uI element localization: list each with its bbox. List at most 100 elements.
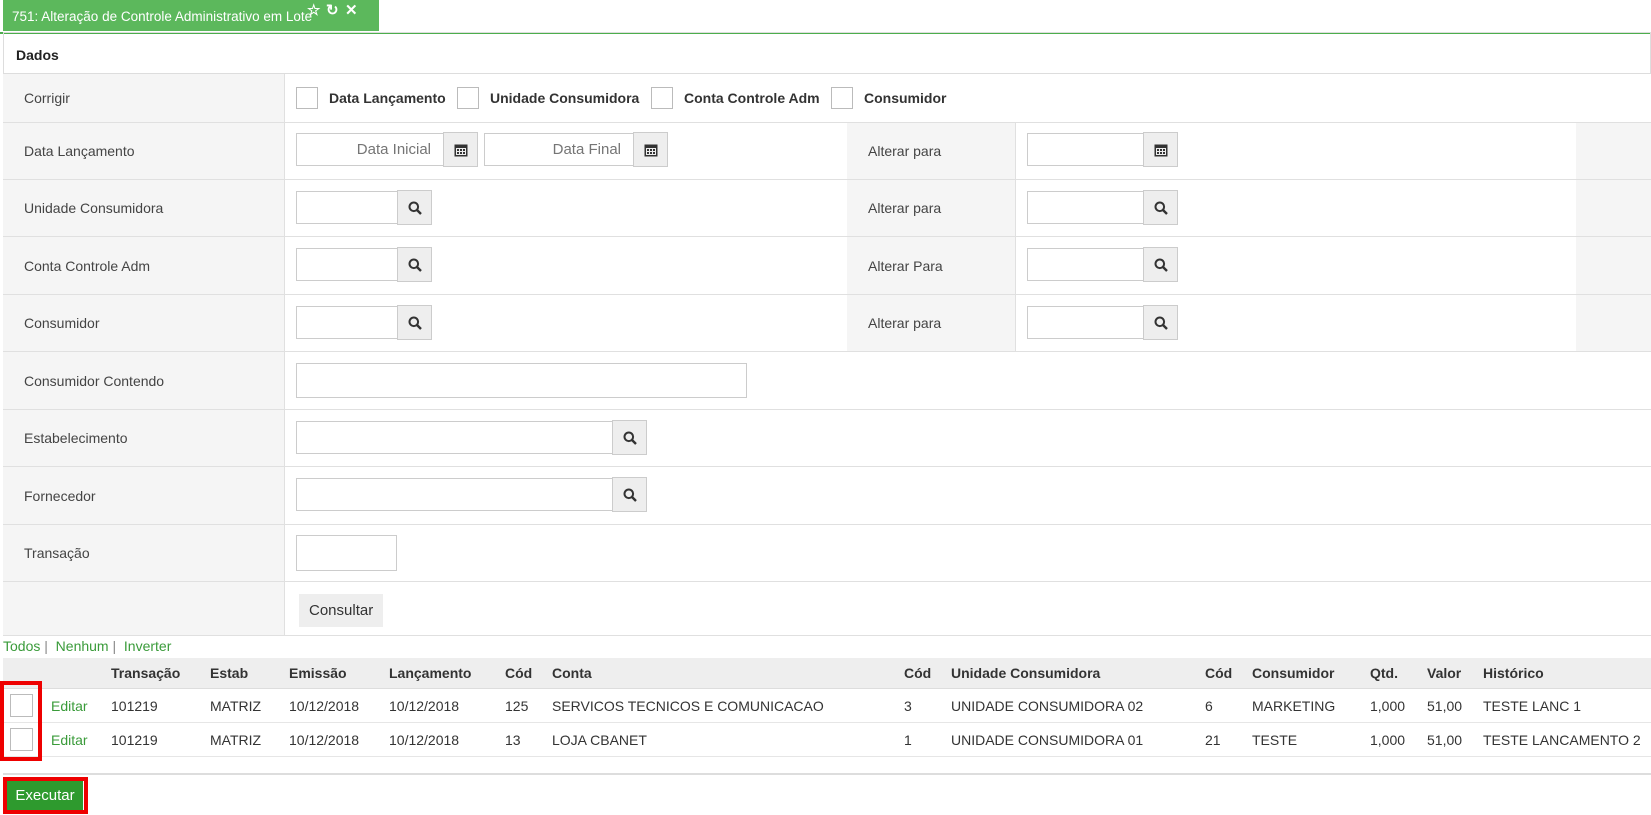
select-none-link[interactable]: Nenhum: [56, 638, 109, 654]
cell-cod-unidade: 3: [904, 697, 912, 714]
column-header: Valor: [1427, 665, 1462, 681]
refresh-icon[interactable]: ↻: [326, 1, 339, 19]
tab-title: 751: Alteração de Controle Administrativ…: [12, 9, 313, 24]
calendar-icon[interactable]: [443, 132, 478, 167]
alterar-conta-input[interactable]: [1027, 248, 1144, 281]
section-title: Dados: [3, 32, 1651, 74]
label-consumidor-contendo: Consumidor Contendo: [3, 352, 285, 409]
column-header: Cód: [1205, 665, 1233, 681]
search-icon[interactable]: [1143, 305, 1178, 340]
cell-cod-unidade: 1: [904, 731, 912, 748]
edit-link[interactable]: Editar: [51, 732, 88, 748]
cell-cod-conta: 125: [505, 697, 529, 714]
cell-conta: SERVICOS TECNICOS E COMUNICACAO: [552, 697, 824, 714]
checkbox-label: Unidade Consumidora: [490, 90, 640, 106]
search-icon[interactable]: [612, 420, 647, 455]
label-unidade-consumidora: Unidade Consumidora: [3, 180, 285, 236]
calendar-icon[interactable]: [1143, 132, 1178, 167]
data-inicial-input[interactable]: [296, 133, 444, 166]
column-header: Histórico: [1483, 665, 1544, 681]
search-icon[interactable]: [397, 305, 432, 340]
checkbox-unidade-consumidora[interactable]: [457, 87, 479, 109]
separator: |: [44, 638, 48, 654]
checkbox-data-lancamento[interactable]: [296, 87, 318, 109]
checkbox-consumidor[interactable]: [831, 87, 853, 109]
search-icon[interactable]: [397, 247, 432, 282]
select-all-link[interactable]: Todos: [3, 638, 40, 654]
label-alterar-para: Alterar para: [847, 295, 1016, 351]
cell-unidade: UNIDADE CONSUMIDORA 02: [951, 697, 1144, 714]
cell-conta: LOJA CBANET: [552, 731, 647, 748]
edit-link[interactable]: Editar: [51, 698, 88, 714]
column-header: Conta: [552, 665, 592, 681]
cell-lancamento: 10/12/2018: [389, 731, 460, 748]
column-header: Estab: [210, 665, 249, 681]
cell-cod-consumidor: 6: [1205, 697, 1213, 714]
separator: |: [112, 638, 117, 654]
checkbox-highlight: [0, 681, 42, 761]
consumidor-contendo-input[interactable]: [296, 363, 747, 398]
label-alterar-para: Alterar para: [847, 180, 1016, 236]
conta-controle-input[interactable]: [296, 248, 398, 281]
alterar-unidade-input[interactable]: [1027, 191, 1144, 224]
column-header: Transação: [111, 665, 181, 681]
estabelecimento-input[interactable]: [296, 421, 613, 454]
close-icon[interactable]: ✕: [345, 1, 358, 19]
cell-estab: MATRIZ: [210, 731, 262, 748]
column-header: Qtd.: [1370, 665, 1398, 681]
label-fornecedor: Fornecedor: [3, 467, 285, 524]
cell-qtd: 1,000: [1370, 731, 1406, 748]
search-icon[interactable]: [612, 477, 647, 512]
column-header: Cód: [505, 665, 533, 681]
table-row: Editar 101219 MATRIZ 10/12/2018 10/12/20…: [3, 723, 1651, 757]
transacao-input[interactable]: [296, 535, 397, 571]
cell-transacao: 101219: [111, 697, 158, 714]
cell-estab: MATRIZ: [210, 697, 262, 714]
label-alterar-para: Alterar para: [847, 123, 1016, 179]
cell-lancamento: 10/12/2018: [389, 697, 460, 714]
selection-links: Todos | Nenhum | Inverter: [3, 638, 171, 654]
calendar-icon[interactable]: [633, 132, 668, 167]
invert-selection-link[interactable]: Inverter: [124, 638, 171, 654]
row-fornecedor: Fornecedor: [3, 467, 1651, 525]
unidade-consumidora-input[interactable]: [296, 191, 398, 224]
cell-qtd: 1,000: [1370, 697, 1406, 714]
search-icon[interactable]: [1143, 247, 1178, 282]
search-icon[interactable]: [1143, 190, 1178, 225]
consumidor-input[interactable]: [296, 306, 398, 339]
alterar-consumidor-input[interactable]: [1027, 306, 1144, 339]
label-empty: [3, 582, 285, 635]
alterar-data-input[interactable]: [1027, 133, 1144, 166]
filler: [1576, 295, 1651, 351]
divider: [3, 773, 1651, 775]
label-alterar-para: Alterar Para: [847, 237, 1016, 294]
cell-emissao: 10/12/2018: [289, 731, 360, 748]
label-estabelecimento: Estabelecimento: [3, 410, 285, 466]
table-header: Transação Estab Emissão Lançamento Cód C…: [3, 658, 1651, 689]
cell-valor: 51,00: [1427, 697, 1463, 714]
row-consumidor-contendo: Consumidor Contendo: [3, 352, 1651, 410]
cell-historico: TESTE LANC 1: [1483, 697, 1582, 714]
column-header: Cód: [904, 665, 932, 681]
row-consultar: Consultar: [3, 582, 1651, 636]
column-header: Unidade Consumidora: [951, 665, 1101, 681]
row-corrigir: Corrigir Data Lançamento Unidade Consumi…: [3, 74, 1651, 123]
search-icon[interactable]: [397, 190, 432, 225]
checkbox-label: Consumidor: [864, 90, 947, 106]
star-icon[interactable]: ☆: [307, 1, 320, 19]
cell-valor: 51,00: [1427, 731, 1463, 748]
checkbox-conta-controle[interactable]: [651, 87, 673, 109]
cell-consumidor: TESTE: [1252, 731, 1298, 748]
table-row: Editar 101219 MATRIZ 10/12/2018 10/12/20…: [3, 689, 1651, 723]
consultar-button[interactable]: Consultar: [299, 594, 384, 627]
row-conta-controle: Conta Controle Adm Alterar Para: [3, 237, 1651, 295]
label-consumidor: Consumidor: [3, 295, 285, 351]
row-estabelecimento: Estabelecimento: [3, 410, 1651, 467]
cell-emissao: 10/12/2018: [289, 697, 360, 714]
data-final-input[interactable]: [484, 133, 634, 166]
cell-consumidor: MARKETING: [1252, 697, 1336, 714]
label-conta-controle: Conta Controle Adm: [3, 237, 285, 294]
fornecedor-input[interactable]: [296, 478, 613, 511]
row-transacao: Transação: [3, 525, 1651, 582]
tab-active[interactable]: 751: Alteração de Controle Administrativ…: [3, 0, 379, 31]
